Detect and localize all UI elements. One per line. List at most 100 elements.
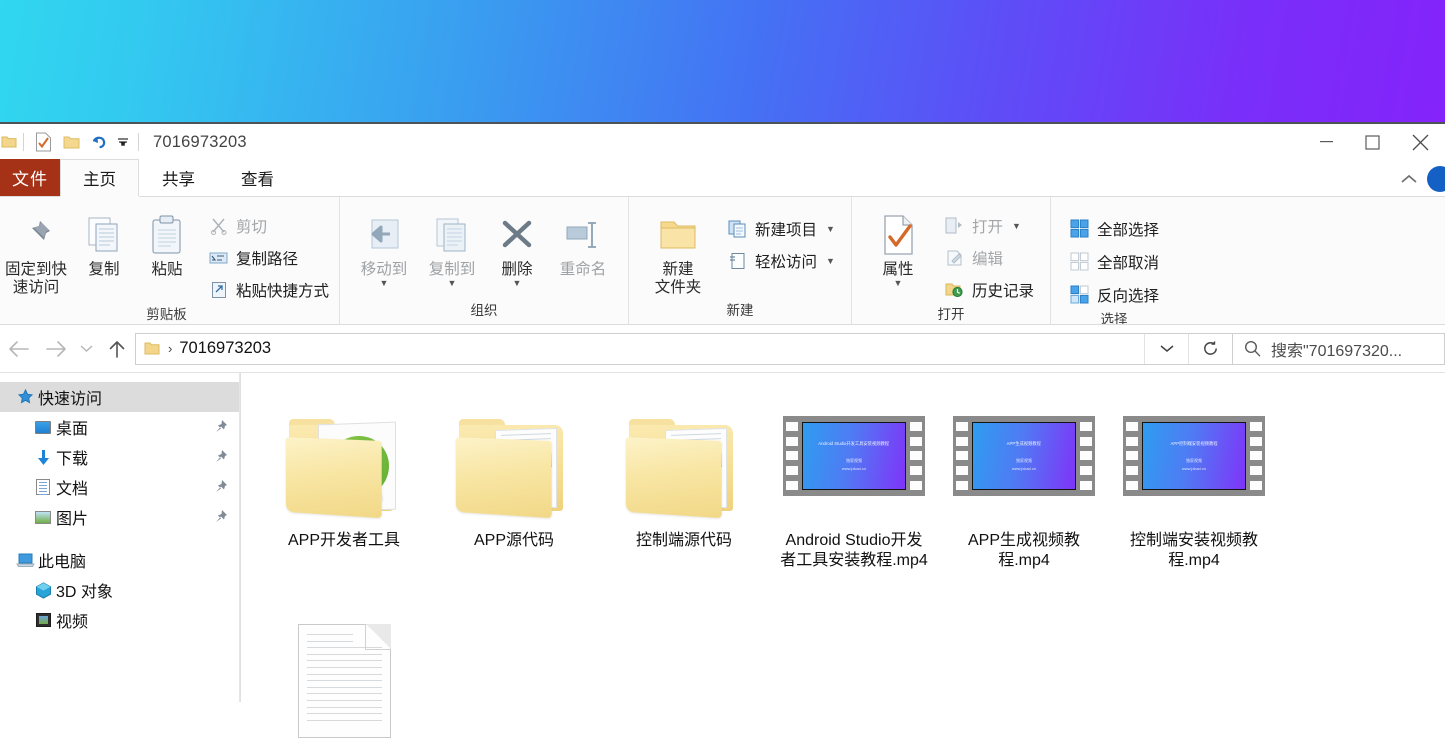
file-item[interactable]: APP生成视频教程 独家视频 www.jxkad.cn APP生成视频教程.mp… [939,385,1109,610]
video-thumb-title: APP生成视频教程 [1006,440,1042,447]
tab-file[interactable]: 文件 [0,159,60,196]
new-item-button[interactable]: 新建项目 ▼ [723,215,839,242]
pin-icon [16,211,56,259]
pin-icon[interactable] [213,479,228,499]
tab-share[interactable]: 共享 [139,159,218,196]
minimize-button[interactable] [1303,124,1349,160]
sidebar-label: 图片 [56,511,89,528]
copy-to-button[interactable]: 复制到 ▼ [418,205,486,287]
pin-icon[interactable] [213,419,228,439]
easy-access-button[interactable]: 轻松访问 ▼ [723,247,839,274]
tab-view[interactable]: 查看 [218,159,297,196]
back-button[interactable] [0,329,37,369]
paste-button[interactable]: 粘贴 [136,205,198,279]
sidebar-item-quick-access[interactable]: 快速访问 [0,382,240,412]
pin-icon[interactable] [213,449,228,469]
file-list-view[interactable]: APP开发者工具 APP源代码 控制端源代码 Android Studio开发工… [241,373,1445,738]
address-bar[interactable]: › 7016973203 [135,332,1233,365]
ribbon-group-organize: 移动到 ▼ 复制到 ▼ 删除 ▼ 重命名 组织 [339,197,628,324]
edit-label: 编辑 [971,250,1003,268]
address-folder-icon [136,341,166,356]
file-name: APP开发者工具 [287,532,401,549]
help-icon[interactable] [1427,165,1445,192]
sidebar-item-videos[interactable]: 视频 [0,605,240,635]
film-perforations-left [953,416,971,496]
properties-button[interactable]: 属性 ▼ [864,205,932,287]
move-to-button[interactable]: 移动到 ▼ [350,205,418,287]
move-to-icon [363,211,405,259]
open-small-commands: 打开 ▼ 编辑 历史记录 [940,205,1038,303]
paste-shortcut-button[interactable]: 粘贴快捷方式 [204,276,333,303]
address-history-dropdown-icon[interactable] [1144,333,1188,364]
new-item-caret-icon[interactable]: ▼ [826,224,835,234]
tab-home[interactable]: 主页 [60,159,139,196]
edit-icon [944,247,965,268]
maximize-button[interactable] [1349,124,1395,160]
close-button[interactable] [1395,124,1445,160]
recent-locations-chevron-down-icon[interactable] [74,329,98,369]
qat-undo-icon[interactable] [85,129,113,155]
pictures-icon [30,510,56,524]
rename-button[interactable]: 重命名 [548,205,618,279]
navigation-pane-divider [239,373,240,702]
sidebar-item-downloads[interactable]: 下载 [0,442,240,472]
edit-button[interactable]: 编辑 [940,244,1038,271]
select-all-button[interactable]: 全部选择 [1065,215,1163,242]
file-icon: Android Studio开发工具安装视频教程 独家视频 www.jxkad.… [783,391,925,521]
file-item[interactable]: APP源代码 [429,385,599,610]
open-caret-icon[interactable]: ▼ [1012,221,1021,231]
select-none-button[interactable]: 全部取消 [1065,248,1163,275]
new-folder-button[interactable]: 新建 文件夹 [641,205,715,297]
qat-customize-dropdown-icon[interactable] [113,129,133,155]
pin-to-quick-access-button[interactable]: 固定到快 速访问 [0,205,72,297]
history-button[interactable]: 历史记录 [940,276,1038,303]
delete-button[interactable]: 删除 ▼ [486,205,548,287]
breadcrumb-separator[interactable]: › [168,341,172,356]
easy-access-caret-icon[interactable]: ▼ [826,256,835,266]
copy-to-caret-icon[interactable]: ▼ [448,278,457,287]
move-to-label: 移动到 [360,261,408,278]
film-perforations-right [907,416,925,496]
sidebar-item-documents[interactable]: 文档 [0,472,240,502]
search-box[interactable]: 搜索"701697320... [1233,332,1445,365]
file-item[interactable]: 使用步骤.txt [259,610,429,741]
file-item[interactable]: Android Studio开发工具安装视频教程 独家视频 www.jxkad.… [769,385,939,610]
new-group-label: 新建 [726,303,754,318]
sidebar-item-this-pc[interactable]: 此电脑 [0,545,240,575]
properties-caret-icon[interactable]: ▼ [893,278,902,287]
qat-new-folder-icon[interactable] [57,129,85,155]
forward-button[interactable] [37,329,74,369]
file-icon [455,391,573,521]
collapse-ribbon-chevron-up-icon[interactable] [1391,174,1427,184]
file-item[interactable]: APP控制端安装视频教程 独家视频 www.jxkad.cn 控制端安装视频教程… [1109,385,1279,610]
search-input[interactable]: 搜索"701697320... [1271,337,1402,361]
video-thumb-subtitle: 独家视频 [846,458,862,463]
invert-selection-button[interactable]: 反向选择 [1065,281,1163,308]
video-file-icon: APP控制端安装视频教程 独家视频 www.jxkad.cn [1123,416,1265,496]
new-folder-icon [656,211,700,259]
copy-path-button[interactable]: 复制路径 [204,244,333,271]
sidebar-item-desktop[interactable]: 桌面 [0,412,240,442]
up-button[interactable] [98,329,135,369]
copy-label: 复制 [88,261,120,278]
video-thumbnail: APP控制端安装视频教程 独家视频 www.jxkad.cn [1142,422,1246,490]
sidebar-item-3d-objects[interactable]: 3D 对象 [0,575,240,605]
open-button[interactable]: 打开 ▼ [940,212,1038,239]
breadcrumb-path[interactable]: 7016973203 [179,339,271,358]
cut-button[interactable]: 剪切 [204,212,333,239]
file-name: 控制端安装视频教程.mp4 [1129,532,1258,570]
delete-caret-icon[interactable]: ▼ [513,278,522,287]
video-file-icon: APP生成视频教程 独家视频 www.jxkad.cn [953,416,1095,496]
copy-button[interactable]: 复制 [72,205,136,279]
ribbon: 固定到快 速访问 复制 粘贴 剪切 复制路径 粘贴快捷方式 剪贴板 移动到 ▼ … [0,197,1445,325]
move-to-caret-icon[interactable]: ▼ [380,278,389,287]
file-item[interactable]: APP开发者工具 [259,385,429,610]
sidebar-item-pictures[interactable]: 图片 [0,502,240,532]
qat-folder-icon[interactable] [0,129,18,155]
sidebar-label: 下载 [56,451,89,468]
file-item[interactable]: 控制端源代码 [599,385,769,610]
pin-icon[interactable] [213,509,228,529]
qat-properties-icon[interactable] [29,129,57,155]
refresh-button[interactable] [1188,333,1232,364]
